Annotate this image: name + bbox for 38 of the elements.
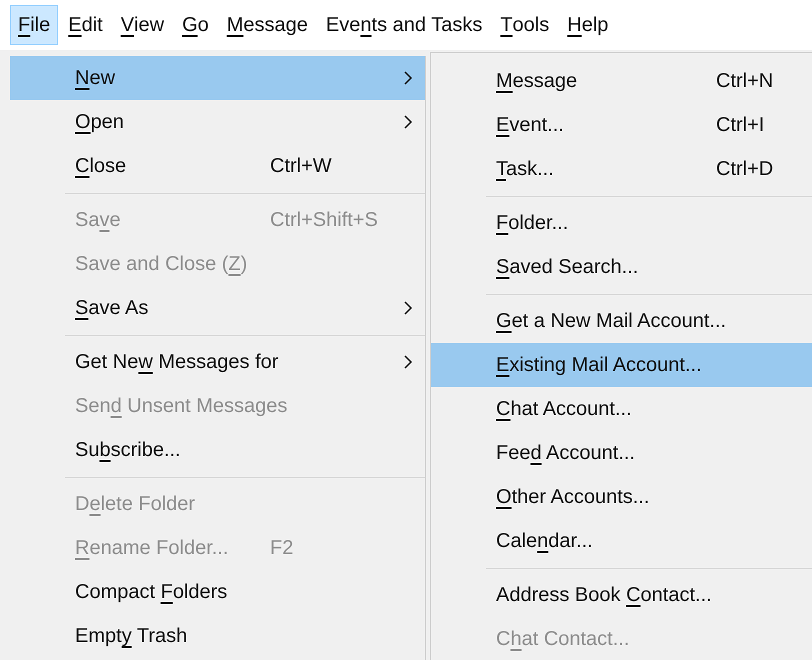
menu-item[interactable]: Save As: [10, 286, 425, 330]
chevron-icon: [403, 70, 413, 86]
menu-item[interactable]: Get New Messages for: [10, 340, 425, 384]
menu-item[interactable]: New: [10, 56, 425, 100]
menu-item[interactable]: Chat Account...: [431, 387, 812, 431]
menu-bar-item[interactable]: Go: [174, 5, 217, 45]
menu-item[interactable]: Message Ctrl+N: [431, 59, 812, 103]
menu-item[interactable]: Get a New Mail Account...: [431, 299, 812, 343]
menu-bar-item[interactable]: Edit: [60, 5, 111, 45]
menu-bar-item[interactable]: Events and Tasks: [318, 5, 490, 45]
menu-item[interactable]: Task... Ctrl+D: [431, 147, 812, 191]
menu-item[interactable]: Feed Account...: [431, 431, 812, 475]
shortcut-label: Ctrl+D: [716, 157, 774, 182]
chevron-icon: [403, 354, 413, 370]
chevron-icon: [403, 114, 413, 130]
menu-item[interactable]: Open: [10, 100, 425, 144]
shortcut-label: F2: [270, 536, 294, 561]
menu-item[interactable]: Calendar...: [431, 519, 812, 563]
menu-item[interactable]: Folder...: [431, 201, 812, 245]
menu-bar-item[interactable]: Message: [218, 5, 316, 45]
shortcut-label: Ctrl+I: [716, 113, 764, 138]
menu-item[interactable]: Other Accounts...: [431, 475, 812, 519]
menu-item[interactable]: Compact Folders: [10, 570, 425, 614]
chevron-icon: [403, 300, 413, 316]
menu-item[interactable]: Saved Search...: [431, 245, 812, 289]
menu-item[interactable]: Close Ctrl+W: [10, 144, 425, 188]
menu-bar-item[interactable]: View: [112, 5, 172, 45]
menu-item[interactable]: Address Book Contact...: [431, 573, 812, 617]
menu-bar-item[interactable]: Tools: [492, 5, 558, 45]
menu-item[interactable]: Subscribe...: [10, 428, 425, 472]
menu-item[interactable]: Empty Trash: [10, 614, 425, 658]
menu-bar-item[interactable]: Help: [559, 5, 616, 45]
shortcut-label: Ctrl+Shift+S: [270, 208, 378, 233]
shortcut-label: Ctrl+N: [716, 69, 774, 94]
menu-item[interactable]: Existing Mail Account...: [431, 343, 812, 387]
menu-bar-item[interactable]: File: [10, 5, 58, 45]
menu-item[interactable]: Event... Ctrl+I: [431, 103, 812, 147]
shortcut-label: Ctrl+W: [270, 154, 332, 179]
